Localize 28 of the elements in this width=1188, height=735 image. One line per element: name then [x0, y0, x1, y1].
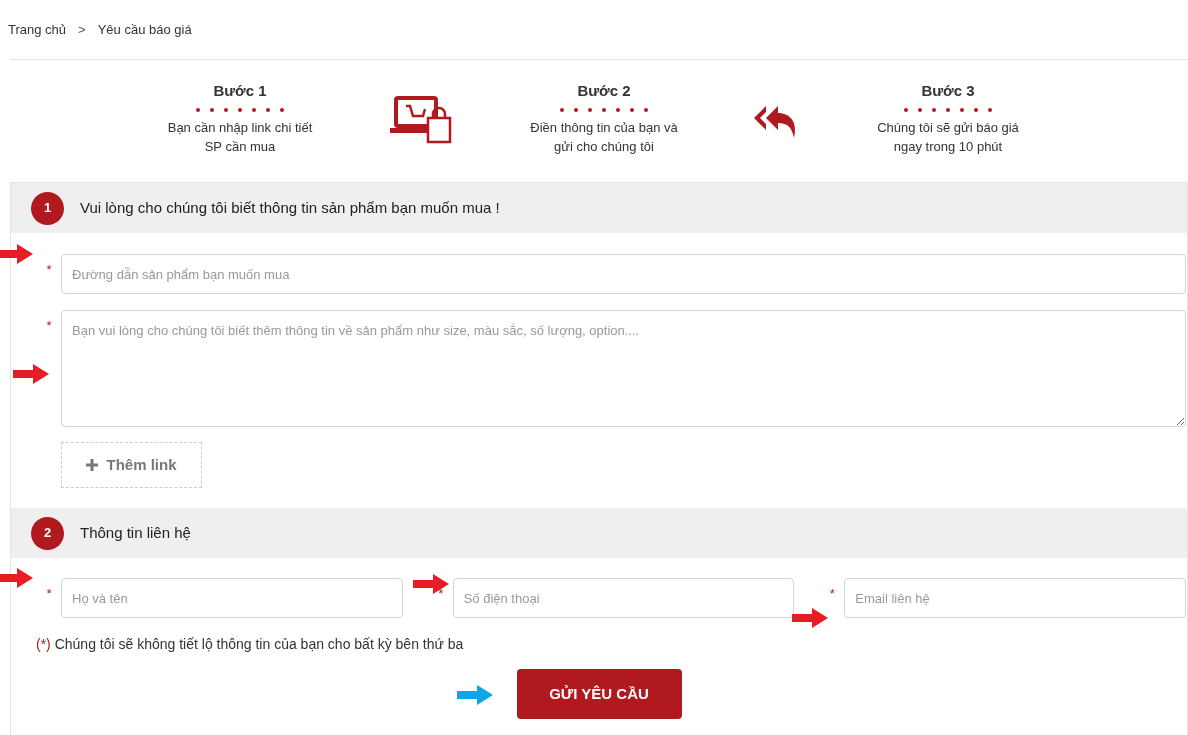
- step-text: Chúng tôi sẽ gửi báo giá ngay trong 10 phút: [876, 119, 1020, 157]
- input-field[interactable]: Đường dẫn sản phẩm bạn muốn mua: [61, 254, 1186, 294]
- laptop-bag-icon: [390, 96, 454, 146]
- step-title: Bước 2: [577, 80, 631, 101]
- submit-button[interactable]: GỬI YÊU CẦU: [516, 669, 682, 719]
- add-link-button[interactable]: Thêm link: [61, 442, 202, 488]
- required-asterisk: *: [828, 585, 836, 603]
- breadcrumb-link[interactable]: Yêu cầu báo giá: [97, 19, 192, 40]
- step-number: 2: [31, 516, 64, 550]
- privacy-note: (*) Chúng tôi sẽ không tiết lộ thông tin của bạn cho bất kỳ bên thứ ba: [36, 635, 465, 654]
- details-field[interactable]: Bạn vui lòng cho chúng tôi biết thêm thông tin về sản phẩm như size, màu sắc, số lượng, option....: [61, 310, 1186, 427]
- step-number: 1: [31, 191, 64, 225]
- required-asterisk: *: [45, 317, 53, 335]
- breadcrumb-separator: >: [78, 20, 86, 39]
- required-asterisk: *: [45, 585, 53, 603]
- plus-icon: [86, 459, 99, 471]
- breadcrumb-link[interactable]: Trang chủ: [8, 19, 67, 40]
- step-text: Điền thông tin của bạn và gửi cho chúng tôi: [529, 119, 679, 157]
- input-field[interactable]: Email liên hệ: [844, 578, 1186, 618]
- required-asterisk: *: [45, 261, 53, 279]
- step-text: Bạn cần nhập link chi tiết SP cần mua: [166, 119, 314, 157]
- required-asterisk: *: [437, 585, 445, 603]
- section-title: Vui lòng cho chúng tôi biết thông tin sản phẩm bạn muốn mua !: [80, 197, 500, 218]
- step-title: Bước 1: [213, 80, 267, 101]
- step-title: Bước 3: [921, 80, 975, 101]
- input-field[interactable]: Số điện thoại: [452, 578, 795, 618]
- input-field[interactable]: Họ và tên: [61, 578, 403, 618]
- section-title: Thông tin liên hệ: [80, 522, 191, 543]
